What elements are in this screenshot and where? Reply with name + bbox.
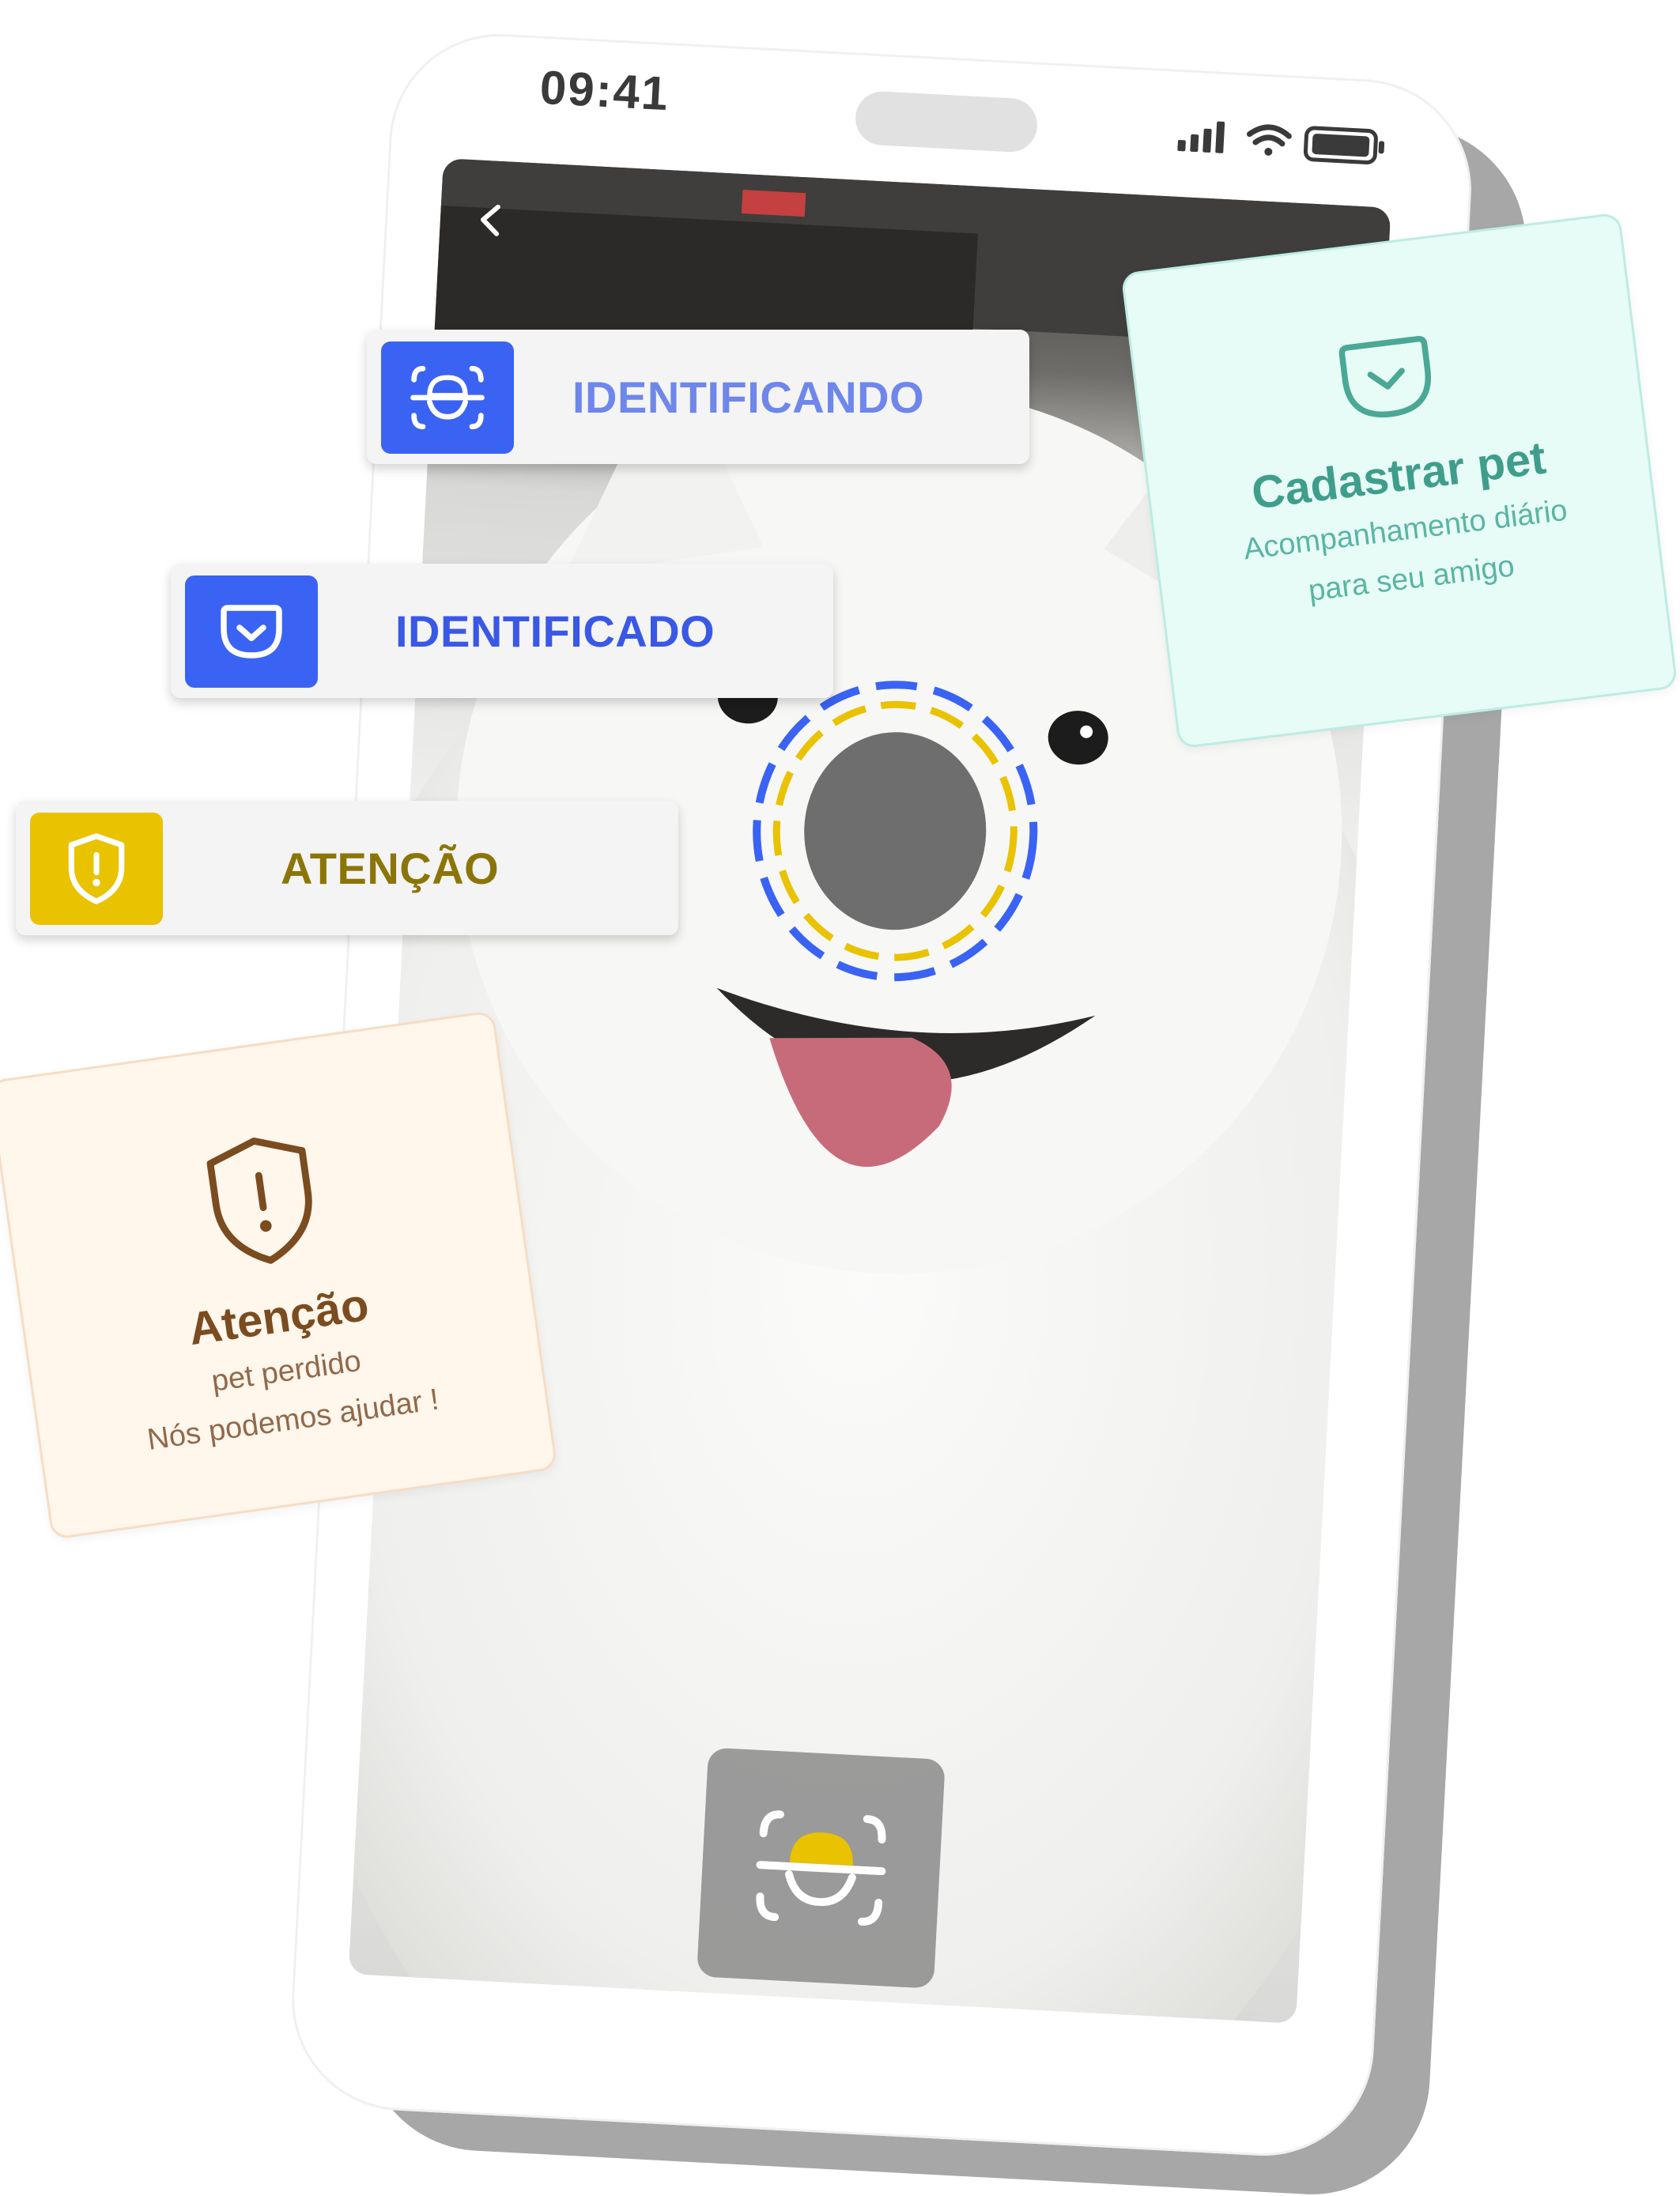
pill-label: ATENÇÃO [281,843,500,893]
background-object [741,190,806,217]
pocket-check-icon [221,605,282,658]
pill-badge [30,813,163,925]
shield-alert-icon [68,833,125,904]
lost-pet-card[interactable]: Atenção pet perdido Nós podemos ajudar ! [0,1009,558,1541]
pill-badge [185,575,318,688]
capture-scan-button[interactable] [697,1747,946,1989]
app-mockup-stage: 09:41 IDENTIFICANDO IDENTIFICADO ATENÇÃO… [0,0,1680,2196]
pill-label: IDENTIFICANDO [572,372,925,422]
phone-notch [854,90,1039,153]
shield-alert-icon [206,1138,312,1264]
wifi-icon [1246,124,1292,156]
chevron-left-icon [481,204,500,236]
battery-icon [1303,126,1385,164]
register-pet-card[interactable]: Cadastrar pet Acompanhamento diário para… [1120,212,1678,749]
nose-scan-icon [410,365,485,430]
pocket-check-icon [1338,335,1432,418]
pill-badge [381,341,514,454]
nose-scan-icon [756,1810,886,1926]
status-pill-identified[interactable]: IDENTIFICADO [171,564,833,698]
status-pill-identifying[interactable]: IDENTIFICANDO [367,330,1029,464]
status-time: 09:41 [538,60,671,121]
back-button[interactable] [462,191,521,250]
card-subtitle-line2: Nós podemos ajudar ! [145,1383,441,1457]
status-pill-attention[interactable]: ATENÇÃO [16,801,678,935]
cellular-signal-icon [1177,121,1225,153]
pill-label: IDENTIFICADO [395,606,715,656]
